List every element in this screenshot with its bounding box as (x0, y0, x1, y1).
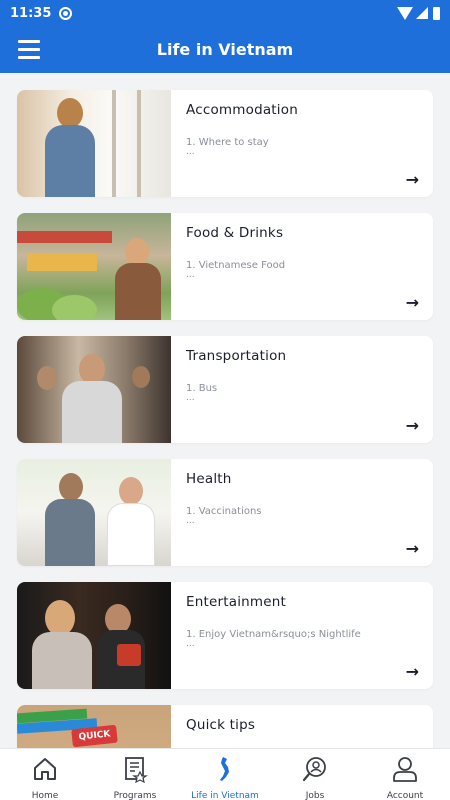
arrow-right-icon[interactable]: → (406, 662, 419, 681)
card-accommodation[interactable]: Accommodation 1. Where to stay ... → (17, 90, 433, 197)
card-title: Health (186, 471, 232, 487)
card-title: Food & Drinks (186, 225, 284, 241)
arrow-right-icon[interactable]: → (406, 293, 419, 312)
card-subtitle: 1. Enjoy Vietnam&rsquo;s Nightlife (186, 629, 361, 640)
battery-icon (433, 6, 440, 20)
jobs-icon (301, 755, 329, 783)
nav-jobs[interactable]: Jobs (270, 749, 360, 800)
arrow-right-icon[interactable]: → (406, 170, 419, 189)
card-title: Entertainment (186, 594, 287, 610)
status-time: 11:35 (10, 5, 52, 21)
accommodation-image (17, 90, 171, 197)
quick-tips-image: QUICK (17, 705, 171, 748)
nav-programs[interactable]: Programs (90, 749, 180, 800)
card-ellipsis: ... (186, 393, 195, 403)
nav-label: Programs (113, 791, 157, 800)
home-icon (31, 755, 59, 783)
nav-label: Life in Vietnam (191, 791, 259, 800)
nav-life-in-vietnam[interactable]: Life in Vietnam (180, 749, 270, 800)
card-subtitle: 1. Vaccinations (186, 506, 262, 517)
card-title: Transportation (186, 348, 287, 364)
quick-label: QUICK (71, 724, 118, 748)
card-ellipsis: ... (186, 270, 195, 280)
page-title: Life in Vietnam (156, 40, 294, 59)
card-subtitle: 1. Where to stay (186, 137, 269, 148)
card-title: Accommodation (186, 102, 298, 118)
nav-home[interactable]: Home (0, 749, 90, 800)
card-ellipsis: ... (186, 516, 195, 526)
card-ellipsis: ... (186, 639, 195, 649)
vietnam-map-icon (211, 755, 239, 783)
arrow-right-icon[interactable]: → (406, 539, 419, 558)
nav-label: Jobs (305, 791, 325, 800)
card-ellipsis: ... (186, 147, 195, 157)
card-food-drinks[interactable]: Food & Drinks 1. Vietnamese Food ... → (17, 213, 433, 320)
nav-account[interactable]: Account (360, 749, 450, 800)
card-title: Quick tips (186, 717, 256, 733)
entertainment-image (17, 582, 171, 689)
wifi-icon (397, 7, 413, 20)
nav-label: Home (31, 791, 59, 800)
menu-icon[interactable] (0, 26, 58, 73)
card-subtitle: 1. Vietnamese Food (186, 260, 286, 271)
sync-icon (59, 6, 73, 20)
app-bar: Life in Vietnam (0, 26, 450, 73)
status-bar: 11:35 (0, 0, 450, 26)
card-entertainment[interactable]: Entertainment 1. Enjoy Vietnam&rsquo;s N… (17, 582, 433, 689)
card-subtitle: 1. Bus (186, 383, 218, 394)
food-drinks-image (17, 213, 171, 320)
card-quick-tips[interactable]: QUICK Quick tips (17, 705, 433, 748)
card-health[interactable]: Health 1. Vaccinations ... → (17, 459, 433, 566)
arrow-right-icon[interactable]: → (406, 416, 419, 435)
card-transportation[interactable]: Transportation 1. Bus ... → (17, 336, 433, 443)
transportation-image (17, 336, 171, 443)
health-image (17, 459, 171, 566)
bottom-nav: Home Programs Life in Vietnam Jobs Accou… (0, 748, 450, 800)
programs-icon (121, 755, 149, 783)
account-icon (391, 755, 419, 783)
signal-icon (416, 7, 428, 19)
nav-label: Account (386, 791, 424, 800)
topic-list[interactable]: Accommodation 1. Where to stay ... → Foo… (0, 73, 450, 748)
status-icons (397, 6, 440, 20)
